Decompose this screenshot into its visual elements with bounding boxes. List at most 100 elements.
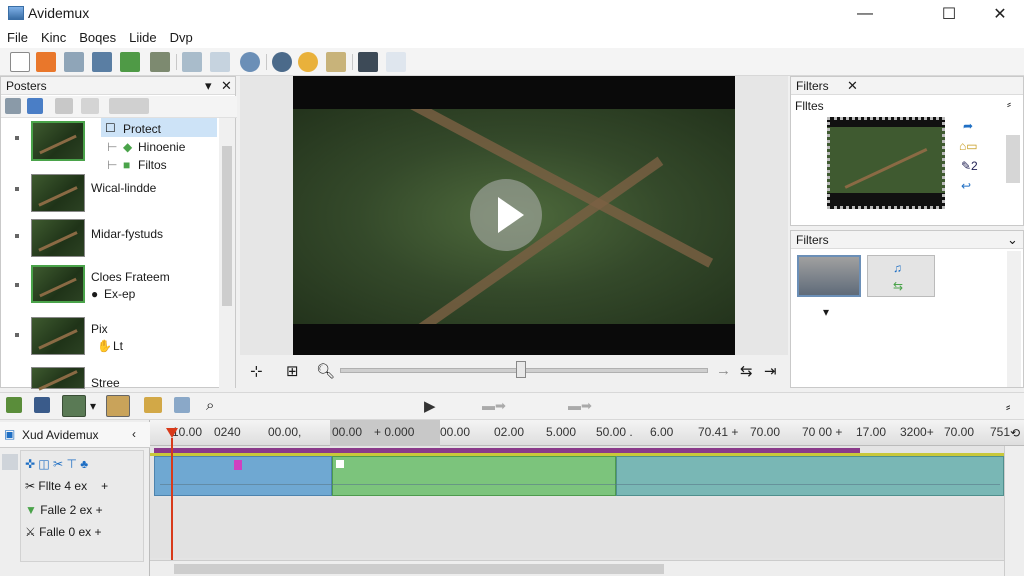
redo-icon[interactable]: ➦ bbox=[963, 119, 973, 133]
timeline[interactable]: 10.00 0240 00.00, 00.00 + 0.000 00.00 02… bbox=[150, 420, 1024, 576]
cursor-icon[interactable] bbox=[182, 52, 202, 72]
search-icon[interactable] bbox=[240, 52, 260, 72]
checkbox-icon[interactable]: ☐ bbox=[105, 121, 116, 135]
poster-thumbnail[interactable] bbox=[31, 367, 85, 389]
list-item-label[interactable]: Wical-lindde bbox=[91, 181, 156, 195]
timeline-clip[interactable] bbox=[616, 456, 1004, 496]
poster-thumbnail[interactable] bbox=[31, 265, 85, 303]
find-icon[interactable] bbox=[272, 52, 292, 72]
zoom-icon[interactable] bbox=[210, 52, 230, 72]
mode-toggle[interactable] bbox=[62, 395, 86, 417]
play-icon[interactable]: ▶ bbox=[424, 397, 436, 415]
add-icon[interactable]: + bbox=[96, 503, 103, 517]
shuffle-icon[interactable] bbox=[326, 52, 346, 72]
poster-thumbnail[interactable] bbox=[31, 317, 85, 355]
close-icon[interactable]: ✕ bbox=[847, 78, 858, 94]
menu-liide[interactable]: Liide bbox=[122, 28, 162, 48]
timeline-empty-track[interactable] bbox=[150, 498, 1004, 558]
collapse-icon[interactable] bbox=[2, 454, 18, 470]
arrow-right-icon[interactable]: → bbox=[716, 362, 731, 379]
menu-file[interactable]: File bbox=[0, 28, 34, 48]
settings-icon[interactable]: ⸗ bbox=[1006, 399, 1010, 414]
split-icon[interactable]: ⊹ bbox=[250, 362, 263, 380]
crop-icon[interactable]: ⊞ bbox=[286, 362, 299, 380]
fast-forward-icon[interactable]: ▬➡ bbox=[568, 398, 592, 414]
timeline-ruler[interactable]: 10.00 0240 00.00, 00.00 + 0.000 00.00 02… bbox=[150, 420, 1024, 446]
clip-marker-icon[interactable] bbox=[336, 460, 344, 468]
sort-icon[interactable] bbox=[5, 98, 21, 114]
bookmark-icon[interactable] bbox=[174, 397, 190, 413]
image-icon[interactable] bbox=[106, 395, 130, 417]
refresh-icon[interactable]: ⟲ bbox=[1010, 426, 1020, 440]
open-icon[interactable] bbox=[36, 52, 56, 72]
filter-icon[interactable] bbox=[358, 52, 378, 72]
list-item-label[interactable]: Pix bbox=[91, 322, 108, 336]
list-item-label[interactable]: Cloes Frateem bbox=[91, 270, 170, 284]
add-icon[interactable]: + bbox=[101, 479, 108, 493]
filters-scrollbar[interactable] bbox=[1007, 251, 1021, 387]
undo-icon[interactable]: ↩ bbox=[961, 179, 971, 193]
poster-thumbnail[interactable] bbox=[31, 219, 85, 257]
list-item-label[interactable]: Stree bbox=[91, 376, 120, 390]
menu-boqes[interactable]: Boqes bbox=[72, 28, 122, 48]
filter-item-thumbnail[interactable] bbox=[797, 255, 861, 297]
poster-thumbnail[interactable] bbox=[31, 121, 85, 161]
settings-icon[interactable] bbox=[150, 52, 170, 72]
track-row-label[interactable]: ▼ Falle 2 ex + bbox=[25, 503, 103, 517]
menu-dvp[interactable]: Dvp bbox=[163, 28, 199, 48]
export-icon[interactable] bbox=[120, 52, 140, 72]
posters-scrollbar[interactable] bbox=[219, 118, 235, 388]
clip-marker-icon[interactable] bbox=[234, 460, 242, 470]
timeline-clip[interactable] bbox=[332, 456, 616, 496]
track-icon[interactable] bbox=[34, 397, 50, 413]
new-icon[interactable] bbox=[10, 52, 30, 72]
seek-slider-handle[interactable] bbox=[516, 361, 526, 378]
search-icon[interactable]: ⌕ bbox=[206, 397, 214, 414]
filter-icon[interactable] bbox=[55, 98, 73, 114]
home-icon[interactable] bbox=[144, 397, 162, 413]
maximize-button[interactable]: ☐ bbox=[926, 0, 972, 28]
filters-scrollbar[interactable] bbox=[1006, 135, 1020, 183]
dropdown-icon[interactable]: ▾ bbox=[823, 305, 829, 319]
scrollbar-thumb[interactable] bbox=[222, 146, 232, 306]
search-field[interactable] bbox=[109, 98, 149, 114]
encode-icon[interactable] bbox=[92, 52, 112, 72]
poster-thumbnail[interactable] bbox=[31, 174, 85, 212]
track-row-label[interactable]: ⚔ Falle 0 ex + bbox=[25, 525, 101, 539]
add-icon[interactable] bbox=[27, 98, 43, 114]
video-viewport[interactable] bbox=[293, 76, 735, 355]
close-icon[interactable]: ✕ bbox=[221, 78, 232, 94]
close-button[interactable]: ✕ bbox=[977, 0, 1023, 28]
pin-icon[interactable]: ⸗ bbox=[1007, 97, 1011, 111]
play-icon[interactable] bbox=[470, 179, 542, 251]
chevron-down-icon[interactable]: ⌄ bbox=[1007, 232, 1018, 248]
zoom-icon[interactable]: 🔍︎ bbox=[316, 362, 335, 380]
dropdown-icon[interactable]: ▾ bbox=[205, 78, 212, 94]
loop-icon[interactable]: ⇆ bbox=[740, 362, 753, 380]
filter-preview-thumbnail[interactable] bbox=[827, 117, 945, 209]
step-forward-icon[interactable]: ▬➡ bbox=[482, 398, 506, 414]
add-icon[interactable]: + bbox=[94, 525, 101, 539]
chevron-icon[interactable]: ‹ bbox=[132, 427, 136, 441]
effects-icon-row[interactable]: ✜ ◫ ✂ ⊤ ♣ bbox=[25, 457, 88, 471]
color-icon[interactable] bbox=[298, 52, 318, 72]
minimize-button[interactable]: — bbox=[842, 0, 888, 28]
save-icon[interactable] bbox=[64, 52, 84, 72]
track-row-label[interactable]: ✂ Fllte 4 ex + bbox=[25, 479, 108, 493]
timeline-vscroll[interactable] bbox=[1004, 446, 1024, 576]
edit-icon[interactable]: ✎2 bbox=[961, 159, 978, 173]
scrollbar-thumb[interactable] bbox=[174, 564, 664, 574]
view-icon[interactable] bbox=[81, 98, 99, 114]
text-icon[interactable] bbox=[386, 52, 406, 72]
menu-kinc[interactable]: Kinc bbox=[34, 28, 72, 48]
keyframe-icon[interactable] bbox=[6, 397, 22, 413]
timeline-hscroll[interactable] bbox=[150, 560, 1004, 576]
timeline-clip[interactable] bbox=[154, 456, 332, 496]
list-item-label[interactable]: Midar-fystuds bbox=[91, 227, 163, 241]
seek-bar-row: ⊹ ⊞ 🔍︎ → ⇆ ⇥ bbox=[240, 355, 788, 387]
playhead-line[interactable] bbox=[171, 438, 173, 574]
dropdown-icon[interactable]: ▾ bbox=[90, 399, 96, 413]
next-icon[interactable]: ⇥ bbox=[764, 362, 777, 380]
playhead-handle[interactable] bbox=[166, 428, 178, 438]
folder-icon[interactable]: ⌂▭ bbox=[959, 139, 978, 153]
